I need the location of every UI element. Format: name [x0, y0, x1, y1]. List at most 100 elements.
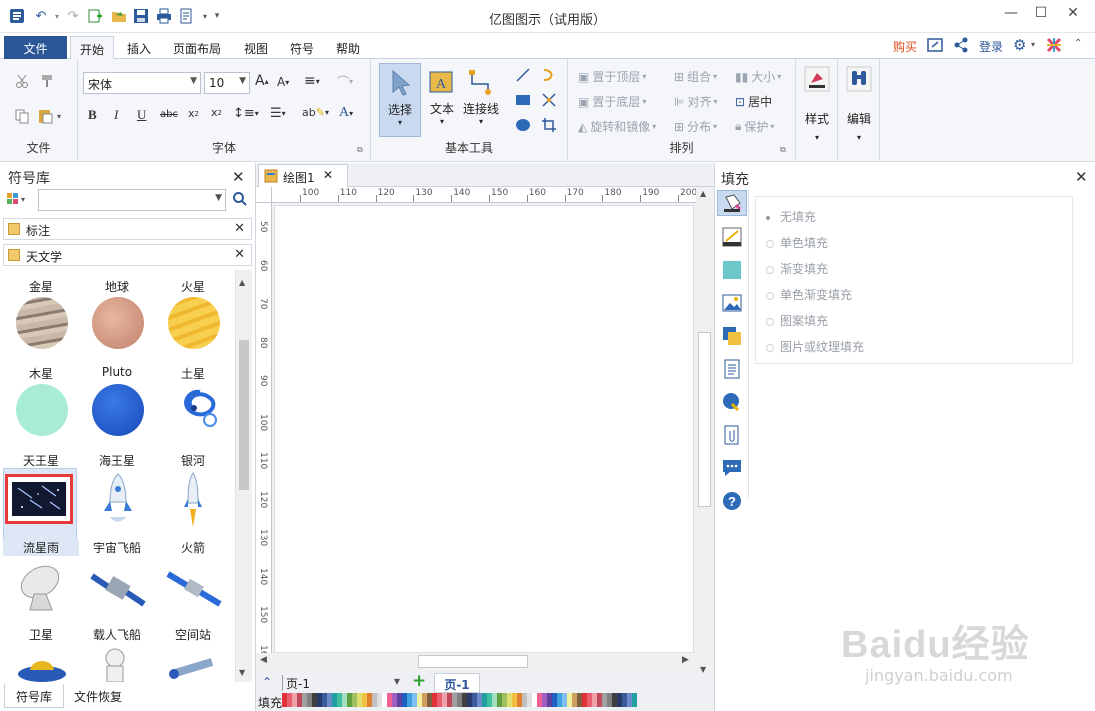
format-painter-icon[interactable]	[40, 73, 56, 89]
subscript-button[interactable]: x2	[188, 107, 199, 120]
ellipse-tool-icon[interactable]	[515, 117, 531, 133]
point-tool-icon[interactable]	[541, 92, 557, 108]
settings-gear-icon[interactable]: ⚙	[1013, 36, 1026, 54]
page-tab-1[interactable]: 页-1	[434, 673, 480, 693]
tab-insert[interactable]: 插入	[118, 36, 160, 59]
text-tool-button[interactable]: A 文本 ▾	[423, 63, 461, 137]
tab-symbols[interactable]: 符号	[281, 36, 323, 59]
connector-tool-button[interactable]: 连接线 ▾	[461, 63, 501, 137]
curve-tool-icon[interactable]	[541, 67, 557, 83]
saturn-icon[interactable]	[168, 297, 220, 349]
canvas-hscrollbar[interactable]: ◀ ▶	[256, 653, 696, 670]
close-panel-icon[interactable]: ✕	[1075, 168, 1088, 186]
underline-button[interactable]: U	[137, 107, 146, 123]
telescope-icon[interactable]	[166, 656, 222, 682]
bullets-icon[interactable]: ☰ ▾	[270, 106, 286, 121]
layers-icon[interactable]	[721, 325, 743, 347]
increase-font-icon[interactable]: A ▴	[255, 73, 269, 89]
rectangle-tool-icon[interactable]	[515, 92, 531, 108]
crop-tool-icon[interactable]	[541, 117, 557, 133]
fill-option-pattern[interactable]: 图案填充	[766, 312, 828, 329]
group-button[interactable]: ⊞ 组合 ▾	[674, 68, 717, 85]
bring-to-front-button[interactable]: ▣ 置于顶层 ▾	[578, 68, 646, 85]
close-button[interactable]: ✕	[1058, 5, 1088, 25]
tab-view[interactable]: 视图	[235, 36, 277, 59]
tab-help[interactable]: 帮助	[327, 36, 369, 59]
line-style-icon[interactable]	[721, 226, 743, 248]
arrange-dialog-launcher-icon[interactable]: ⧉	[780, 145, 786, 155]
rocket-icon[interactable]	[180, 471, 206, 531]
uranus-icon[interactable]	[16, 384, 68, 436]
buy-link[interactable]: 购买	[893, 38, 917, 55]
hyperlink-icon[interactable]	[721, 391, 743, 413]
select-tool-button[interactable]: 选择 ▾	[379, 63, 421, 137]
edit-button[interactable]: 编辑 ▾	[842, 65, 876, 151]
help-icon[interactable]: ?	[721, 490, 743, 512]
symbol-search-input[interactable]: ▼	[38, 189, 226, 211]
fill-option-solid[interactable]: 单色填充	[766, 234, 828, 251]
page-nav-up-icon[interactable]: ⌃	[262, 675, 272, 689]
scroll-left-icon[interactable]: ◀	[260, 655, 267, 665]
satellite-dish-icon[interactable]	[14, 560, 70, 616]
copy-icon[interactable]	[14, 108, 30, 124]
attachment-icon[interactable]	[721, 424, 743, 446]
page-properties-icon[interactable]	[721, 358, 743, 380]
size-button[interactable]: ▮▮ 大小 ▾	[735, 68, 781, 85]
pluto-icon[interactable]	[92, 297, 144, 349]
ufo-icon[interactable]	[16, 652, 68, 682]
share-screen-icon[interactable]	[927, 37, 943, 56]
close-library-icon[interactable]: ✕	[234, 221, 245, 236]
cut-icon[interactable]	[14, 73, 30, 89]
close-panel-icon[interactable]: ✕	[232, 168, 245, 186]
scroll-up-icon[interactable]: ▲	[239, 278, 245, 287]
fill-option-gradient[interactable]: 渐变填充	[766, 260, 828, 277]
tab-file-recovery[interactable]: 文件恢复	[74, 688, 122, 705]
center-button[interactable]: ⊡ 居中	[735, 93, 772, 110]
rotate-mirror-button[interactable]: ◭ 旋转和镜像 ▾	[578, 118, 656, 135]
galaxy-icon[interactable]	[166, 386, 222, 434]
scroll-down-icon[interactable]: ▼	[239, 668, 245, 677]
close-tab-icon[interactable]: ✕	[323, 168, 333, 182]
color-palette[interactable]	[282, 693, 638, 707]
scroll-right-icon[interactable]: ▶	[682, 655, 689, 665]
minimize-button[interactable]: —	[996, 5, 1026, 25]
send-to-back-button[interactable]: ▣ 置于底层 ▾	[578, 93, 646, 110]
align-button[interactable]: ⊫ 对齐 ▾	[674, 93, 717, 110]
text-curve-icon[interactable]: ⌒ ▾	[337, 73, 353, 90]
text-align-icon[interactable]: ≡ ▾	[304, 73, 320, 89]
decrease-font-icon[interactable]: A ▾	[277, 75, 289, 89]
line-tool-icon[interactable]	[515, 67, 531, 83]
share-icon[interactable]	[953, 37, 969, 56]
fill-option-picture[interactable]: 图片或纹理填充	[766, 338, 864, 355]
spaceship-icon[interactable]	[96, 471, 140, 529]
meteor-shower-icon[interactable]	[5, 474, 73, 524]
italic-button[interactable]: I	[114, 107, 118, 123]
superscript-button[interactable]: x2	[211, 106, 222, 119]
protect-button[interactable]: 🔒︎ 保护 ▾	[735, 118, 774, 135]
jupiter-icon[interactable]	[16, 297, 68, 349]
font-size-combo[interactable]: 10 ▼	[204, 72, 250, 94]
comment-icon[interactable]	[721, 457, 743, 479]
neptune-icon[interactable]	[92, 384, 144, 436]
scrollbar-thumb[interactable]	[239, 340, 249, 490]
crewed-spacecraft-icon[interactable]	[88, 562, 148, 616]
maximize-button[interactable]: ☐	[1026, 5, 1056, 25]
bold-button[interactable]: B	[88, 107, 97, 123]
login-link[interactable]: 登录	[979, 38, 1003, 55]
canvas-vscrollbar[interactable]: ▲ ▼	[696, 187, 713, 677]
close-library-icon[interactable]: ✕	[234, 247, 245, 262]
symbol-scrollbar[interactable]: ▲ ▼	[235, 270, 252, 682]
scroll-up-icon[interactable]: ▲	[700, 189, 706, 198]
paste-icon[interactable]: ▾	[38, 108, 61, 124]
library-row-astronomy[interactable]: 天文学 ✕	[3, 244, 252, 266]
settings-dropdown-icon[interactable]: ▾	[1031, 40, 1035, 49]
distribute-button[interactable]: ⊞ 分布 ▾	[674, 118, 717, 135]
shadow-icon[interactable]	[721, 259, 743, 281]
collapse-ribbon-icon[interactable]: ⌃	[1074, 38, 1082, 49]
highlight-icon[interactable]: ab ✎ ▾	[302, 106, 329, 119]
scrollbar-thumb[interactable]	[698, 332, 711, 507]
color-swatch[interactable]	[632, 693, 637, 707]
strikethrough-button[interactable]: abc	[160, 109, 178, 120]
drawing-page[interactable]	[274, 205, 694, 653]
style-button[interactable]: 样式 ▾	[800, 65, 834, 151]
